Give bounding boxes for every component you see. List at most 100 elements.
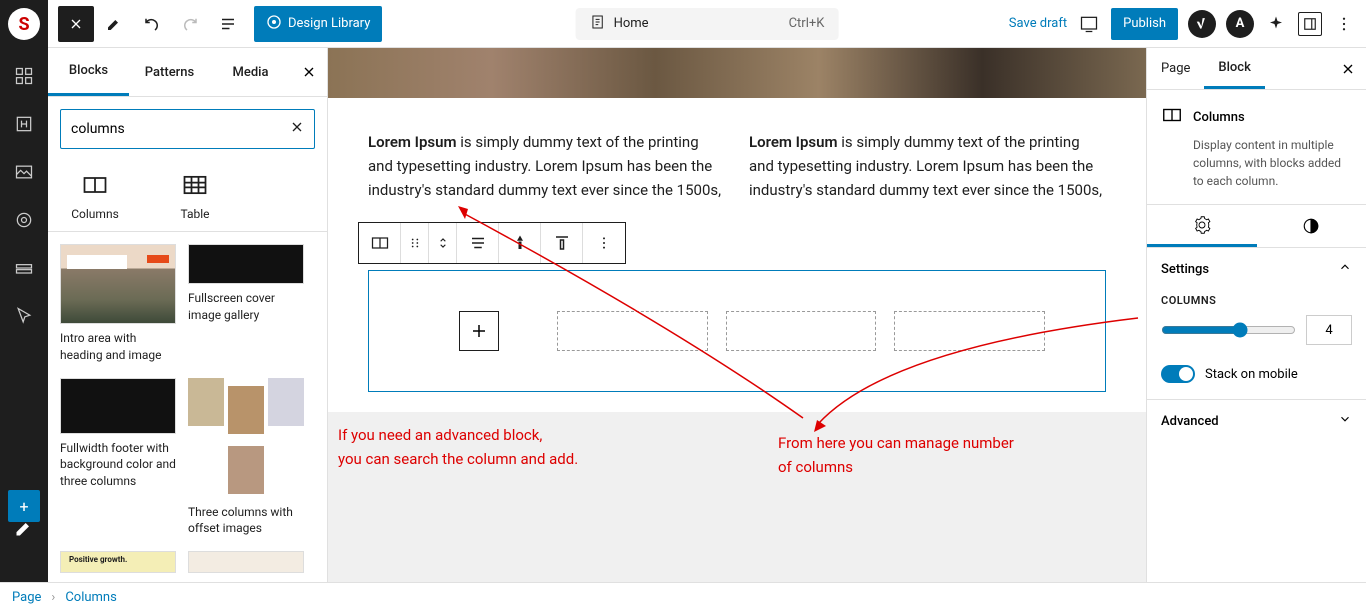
image-rail-icon[interactable] bbox=[12, 160, 36, 184]
tab-block[interactable]: Block bbox=[1204, 48, 1264, 89]
settings-section-toggle[interactable]: Settings bbox=[1147, 248, 1366, 290]
columns-icon bbox=[1161, 104, 1183, 130]
columns-icon[interactable] bbox=[359, 223, 401, 263]
breadcrumb-page[interactable]: Page bbox=[12, 590, 41, 605]
pattern-label: Fullscreen cover image gallery bbox=[188, 290, 304, 324]
plus-icon: + bbox=[19, 497, 28, 516]
astra-icon[interactable]: A bbox=[1226, 10, 1254, 38]
styles-mode-button[interactable] bbox=[1257, 205, 1366, 247]
breadcrumb-columns[interactable]: Columns bbox=[65, 590, 117, 605]
pattern-fullwidth-footer[interactable]: Fullwidth footer with background color a… bbox=[60, 378, 176, 538]
pattern-label: Intro area with heading and image bbox=[60, 330, 176, 364]
page-switcher[interactable]: Home Ctrl+K bbox=[576, 8, 839, 40]
block-description: Display content in multiple columns, wit… bbox=[1193, 136, 1352, 190]
sidebar-toggle-button[interactable] bbox=[1298, 12, 1322, 36]
pattern-thumb bbox=[60, 551, 176, 573]
settings-sidebar: Page Block Columns Display content in mu… bbox=[1146, 48, 1366, 582]
block-toolbar bbox=[358, 222, 626, 264]
close-editor-button[interactable] bbox=[58, 6, 94, 42]
empty-column[interactable] bbox=[557, 311, 708, 351]
pattern-fullscreen-cover[interactable]: Fullscreen cover image gallery bbox=[188, 244, 304, 364]
design-library-button[interactable]: Design Library bbox=[254, 6, 382, 42]
more-menu-button[interactable] bbox=[1332, 12, 1356, 36]
empty-column[interactable] bbox=[726, 311, 877, 351]
tab-page[interactable]: Page bbox=[1147, 48, 1204, 89]
save-draft-button[interactable]: Save draft bbox=[1009, 16, 1067, 31]
close-sidebar-button[interactable] bbox=[1330, 48, 1366, 89]
pattern-thumb bbox=[188, 551, 304, 573]
design-library-label: Design Library bbox=[288, 16, 370, 31]
top-toolbar: Design Library Home Ctrl+K Save draft Pu… bbox=[48, 0, 1366, 48]
stack-on-mobile-toggle[interactable] bbox=[1161, 365, 1195, 383]
list-view-button[interactable] bbox=[210, 6, 246, 42]
columns-setting-label: COLUMNS bbox=[1147, 290, 1366, 315]
breadcrumb-separator: › bbox=[51, 590, 55, 605]
empty-column[interactable] bbox=[894, 311, 1045, 351]
target-icon bbox=[266, 14, 282, 34]
redo-button[interactable] bbox=[172, 6, 208, 42]
pattern-intro-area[interactable]: Intro area with heading and image bbox=[60, 244, 176, 364]
tab-patterns[interactable]: Patterns bbox=[129, 48, 210, 96]
site-logo[interactable] bbox=[8, 8, 40, 40]
pattern-thumb bbox=[60, 378, 176, 434]
block-more-button[interactable] bbox=[583, 223, 625, 263]
row-rail-icon[interactable] bbox=[12, 256, 36, 280]
hero-image bbox=[328, 48, 1146, 98]
block-inserter-panel: Blocks Patterns Media Columns Table Intr… bbox=[48, 48, 328, 582]
edit-mode-button[interactable] bbox=[96, 6, 132, 42]
tab-blocks[interactable]: Blocks bbox=[48, 48, 129, 96]
two-column-text-block[interactable]: Lorem Ipsum is simply dummy text of the … bbox=[368, 130, 1106, 202]
settings-mode-button[interactable] bbox=[1147, 205, 1257, 247]
edit-rail-icon[interactable] bbox=[12, 516, 36, 540]
advanced-section-toggle[interactable]: Advanced bbox=[1147, 400, 1366, 442]
close-inserter-button[interactable] bbox=[291, 48, 327, 96]
vertical-align-button[interactable] bbox=[541, 223, 583, 263]
ai-icon[interactable] bbox=[1264, 12, 1288, 36]
left-rail: + bbox=[0, 0, 48, 582]
annotation-1: If you need an advanced block, you can s… bbox=[338, 423, 578, 471]
stack-on-mobile-label: Stack on mobile bbox=[1205, 367, 1298, 382]
table-icon bbox=[181, 171, 209, 199]
shortcut-label: Ctrl+K bbox=[789, 16, 825, 31]
pattern-beige[interactable] bbox=[188, 551, 304, 573]
pattern-thumb bbox=[188, 378, 304, 434]
heading-rail-icon[interactable] bbox=[12, 112, 36, 136]
pattern-positive-growth[interactable] bbox=[60, 551, 176, 573]
drag-handle[interactable] bbox=[401, 223, 429, 263]
yoast-icon[interactable] bbox=[1188, 10, 1216, 38]
block-columns[interactable]: Columns bbox=[60, 171, 130, 221]
preview-button[interactable] bbox=[1077, 12, 1101, 36]
pattern-label: Fullwidth footer with background color a… bbox=[60, 440, 176, 490]
blocks-rail-icon[interactable] bbox=[12, 64, 36, 88]
cursor-rail-icon[interactable] bbox=[12, 304, 36, 328]
pattern-three-col-offset[interactable]: Three columns with offset images bbox=[188, 378, 304, 538]
advanced-label: Advanced bbox=[1161, 414, 1219, 429]
pattern-label: Three columns with offset images bbox=[188, 504, 304, 538]
para-bold: Lorem Ipsum bbox=[368, 133, 457, 151]
columns-slider[interactable] bbox=[1161, 322, 1296, 338]
move-arrows[interactable] bbox=[429, 223, 457, 263]
editor-canvas: Lorem Ipsum is simply dummy text of the … bbox=[328, 48, 1146, 582]
block-columns-label: Columns bbox=[71, 207, 119, 221]
columns-icon bbox=[81, 171, 109, 199]
tab-media[interactable]: Media bbox=[210, 48, 291, 96]
para-bold: Lorem Ipsum bbox=[749, 133, 838, 151]
block-table[interactable]: Table bbox=[160, 171, 230, 221]
block-search-input[interactable] bbox=[60, 109, 315, 149]
chevron-up-icon bbox=[1338, 260, 1352, 278]
columns-block-selected[interactable] bbox=[368, 270, 1106, 392]
page-icon bbox=[590, 14, 606, 34]
style-button[interactable] bbox=[499, 223, 541, 263]
undo-button[interactable] bbox=[134, 6, 170, 42]
publish-button[interactable]: Publish bbox=[1111, 8, 1178, 40]
align-button[interactable] bbox=[457, 223, 499, 263]
block-table-label: Table bbox=[180, 207, 209, 221]
current-page-label: Home bbox=[614, 16, 649, 31]
pattern-thumb bbox=[188, 244, 304, 284]
footer-breadcrumb: Page › Columns bbox=[0, 582, 1366, 612]
clear-search-button[interactable] bbox=[289, 119, 305, 139]
settings-rail-icon[interactable] bbox=[12, 208, 36, 232]
columns-number-input[interactable] bbox=[1306, 315, 1352, 345]
add-column-button[interactable] bbox=[459, 311, 499, 351]
settings-label: Settings bbox=[1161, 262, 1209, 277]
